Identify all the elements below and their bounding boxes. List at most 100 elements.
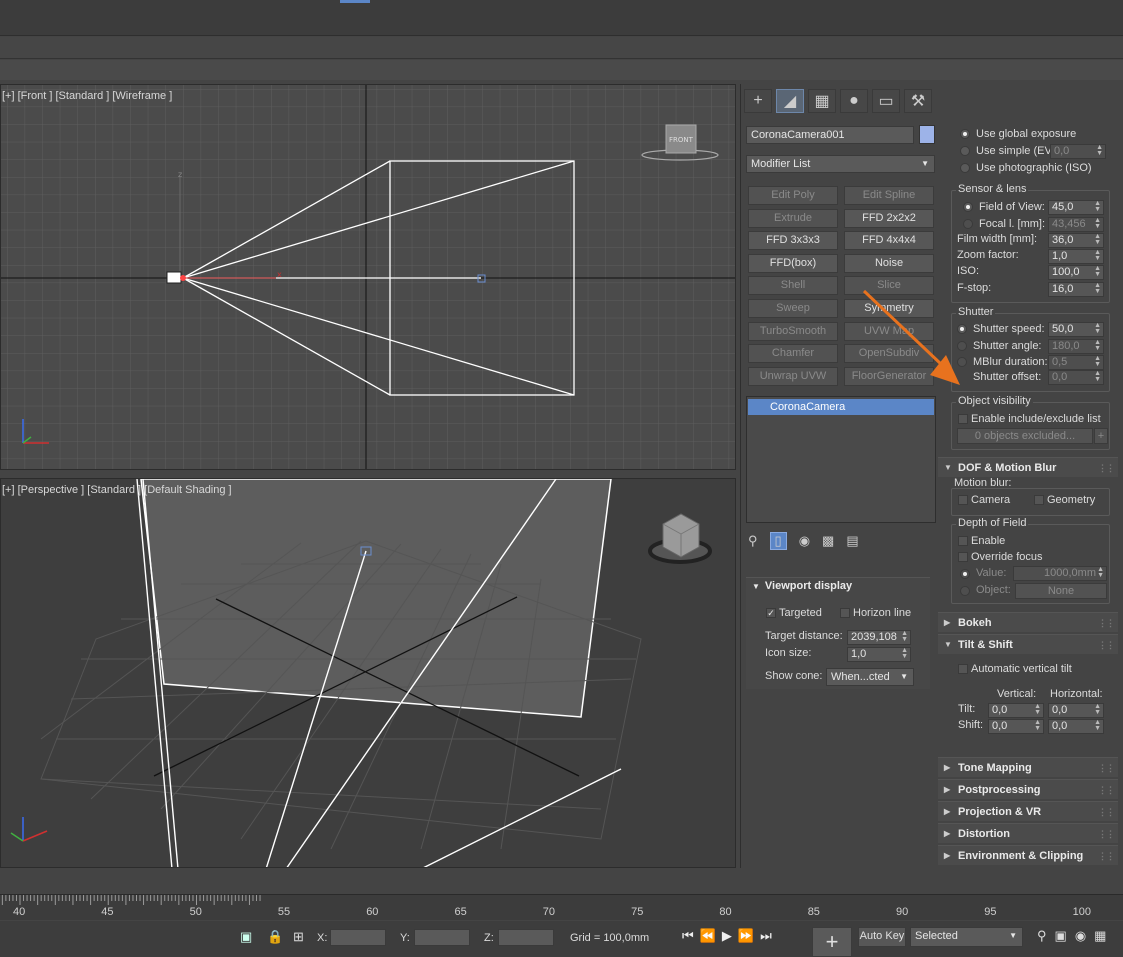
- z-coord-field[interactable]: [498, 929, 554, 946]
- fov-spinner[interactable]: 45,0 ▲ ▼: [1048, 200, 1104, 215]
- focus-object-picker[interactable]: None: [1015, 583, 1107, 599]
- add-excluded-button[interactable]: +: [1094, 428, 1108, 444]
- lock-icon[interactable]: 🔒: [267, 929, 283, 945]
- create-tab-icon[interactable]: +: [744, 89, 772, 113]
- icon-size-spinner[interactable]: 1,0 ▲ ▼: [847, 647, 911, 662]
- play-icon[interactable]: ▶: [722, 928, 738, 943]
- set-key-icon[interactable]: +: [812, 927, 852, 957]
- display-tab-icon[interactable]: ▭: [872, 89, 900, 113]
- absolute-mode-icon[interactable]: ⊞: [293, 929, 304, 945]
- utilities-tab-icon[interactable]: ⚒: [904, 89, 932, 113]
- timeline-ruler[interactable]: [0, 894, 1123, 920]
- focal-length-radio[interactable]: [963, 219, 973, 229]
- shutter-offset-spinner[interactable]: 0,0 ▲ ▼: [1048, 370, 1104, 385]
- configure-modifier-sets-icon[interactable]: ▤: [846, 533, 858, 549]
- modifier-stack[interactable]: CoronaCamera: [746, 396, 936, 523]
- front-viewport-label[interactable]: [+] [Front ] [Standard ] [Wireframe ]: [2, 90, 172, 102]
- zoom-factor-spinner[interactable]: 1,0 ▲ ▼: [1048, 249, 1104, 264]
- modifier-button-noise[interactable]: Noise: [844, 253, 934, 273]
- shutter-angle-spinner[interactable]: 180,0 ▲ ▼: [1048, 339, 1104, 354]
- modifier-button-ffd-2x2x2[interactable]: FFD 2x2x2: [844, 208, 934, 228]
- zoom-extents-icon[interactable]: ▣: [1055, 928, 1075, 943]
- maximize-viewport-icon[interactable]: ▦: [1094, 928, 1114, 943]
- auto-key-button[interactable]: Auto Key: [858, 927, 906, 947]
- modifier-list-dropdown[interactable]: Modifier List ▼: [746, 155, 935, 173]
- focus-object-radio[interactable]: [960, 586, 970, 596]
- modifier-button-extrude[interactable]: Extrude: [748, 208, 838, 228]
- y-coord-field[interactable]: [414, 929, 470, 946]
- show-cone-dropdown[interactable]: When...cted ▼: [826, 668, 914, 686]
- go-to-start-icon[interactable]: ⏮: [682, 928, 700, 943]
- targeted-checkbox[interactable]: ✓: [766, 608, 776, 618]
- x-coord-field[interactable]: [330, 929, 386, 946]
- motion-tab-icon[interactable]: ●: [840, 89, 868, 113]
- shutter-speed-spinner[interactable]: 50,0 ▲ ▼: [1048, 322, 1104, 337]
- selection-lock-icon[interactable]: ▣: [240, 929, 252, 945]
- modifier-button-edit-spline[interactable]: Edit Spline: [844, 186, 934, 205]
- rollout-projection-vr[interactable]: ▶ Projection & VR ⋮⋮: [938, 801, 1118, 821]
- fstop-spinner[interactable]: 16,0 ▲ ▼: [1048, 282, 1104, 297]
- next-frame-icon[interactable]: ⏩: [738, 928, 760, 943]
- go-to-end-icon[interactable]: ⏭: [760, 928, 778, 943]
- focus-value-spinner[interactable]: 1000,0mm ▲ ▼: [1013, 566, 1107, 581]
- motion-blur-camera-checkbox[interactable]: [958, 495, 968, 505]
- modifier-button-chamfer[interactable]: Chamfer: [748, 344, 838, 364]
- orbit-icon[interactable]: ◉: [1075, 928, 1094, 943]
- front-viewport[interactable]: x z FRONT [+] [Front ] [Standard ] [Wire…: [0, 84, 736, 470]
- modifier-button-edit-poly[interactable]: Edit Poly: [748, 186, 838, 205]
- iso-spinner[interactable]: 100,0 ▲ ▼: [1048, 265, 1104, 280]
- object-color-swatch[interactable]: [919, 125, 935, 144]
- dof-motion-blur-rollout[interactable]: ▼ DOF & Motion Blur ⋮⋮: [938, 457, 1118, 477]
- motion-blur-geometry-checkbox[interactable]: [1034, 495, 1044, 505]
- fov-radio[interactable]: [963, 202, 973, 212]
- override-focus-checkbox[interactable]: [958, 552, 968, 562]
- modifier-button-turbosmooth[interactable]: TurboSmooth: [748, 321, 838, 341]
- modifier-button-ffd-4x4x4[interactable]: FFD 4x4x4: [844, 231, 934, 251]
- tilt-vertical-spinner[interactable]: 0,0 ▲ ▼: [988, 703, 1044, 718]
- viewcube-icon[interactable]: [648, 513, 712, 564]
- tilt-shift-rollout[interactable]: ▼ Tilt & Shift ⋮⋮: [938, 634, 1118, 654]
- use-global-exposure-radio[interactable]: [960, 129, 970, 139]
- tilt-horizontal-spinner[interactable]: 0,0 ▲ ▼: [1048, 703, 1104, 718]
- mblur-duration-spinner[interactable]: 0,5 ▲ ▼: [1048, 355, 1104, 370]
- modifier-button-shell[interactable]: Shell: [748, 276, 838, 296]
- simple-ev-spinner[interactable]: 0,0 ▲ ▼: [1050, 144, 1106, 159]
- use-photographic-radio[interactable]: [960, 163, 970, 173]
- rollout-environment-clipping[interactable]: ▶ Environment & Clipping ⋮⋮: [938, 845, 1118, 865]
- perspective-viewport-canvas[interactable]: [1, 479, 736, 868]
- perspective-viewport[interactable]: [+] [Perspective ] [Standard ] [Default …: [0, 478, 736, 868]
- dof-enable-checkbox[interactable]: [958, 536, 968, 546]
- zoom-icon[interactable]: ⚲: [1037, 928, 1055, 943]
- perspective-viewport-label[interactable]: [+] [Perspective ] [Standard ] [Default …: [2, 484, 232, 496]
- stack-item-coronacamera[interactable]: CoronaCamera: [748, 399, 934, 415]
- modifier-button-ffd-3x3x3[interactable]: FFD 3x3x3: [748, 231, 838, 251]
- remove-modifier-icon[interactable]: ▩: [822, 533, 834, 549]
- camera-icon[interactable]: [166, 271, 182, 284]
- modify-tab-icon[interactable]: ◢: [776, 89, 804, 113]
- shift-vertical-spinner[interactable]: 0,0 ▲ ▼: [988, 719, 1044, 734]
- rollout-tone-mapping[interactable]: ▶ Tone Mapping ⋮⋮: [938, 757, 1118, 777]
- key-filter-dropdown[interactable]: Selected ▼: [910, 927, 1023, 947]
- horizon-line-checkbox[interactable]: [840, 608, 850, 618]
- objects-excluded-button[interactable]: 0 objects excluded...: [957, 428, 1093, 444]
- previous-frame-icon[interactable]: ⏪: [700, 928, 722, 943]
- focus-value-radio[interactable]: [960, 569, 970, 579]
- hierarchy-tab-icon[interactable]: ▦: [808, 89, 836, 113]
- use-simple-ev-radio[interactable]: [960, 146, 970, 156]
- auto-vertical-tilt-checkbox[interactable]: [958, 664, 968, 674]
- viewport-display-title[interactable]: ▼ Viewport display: [752, 580, 852, 592]
- target-distance-spinner[interactable]: 2039,108 ▲ ▼: [847, 630, 911, 645]
- modifier-button-sweep[interactable]: Sweep: [748, 299, 838, 318]
- modifier-button-ffd-box-[interactable]: FFD(box): [748, 253, 838, 273]
- pin-stack-icon[interactable]: ⚲: [748, 533, 758, 549]
- focal-length-spinner[interactable]: 43,456 ▲ ▼: [1048, 217, 1104, 232]
- object-name-field[interactable]: CoronaCamera001: [746, 126, 914, 144]
- shift-horizontal-spinner[interactable]: 0,0 ▲ ▼: [1048, 719, 1104, 734]
- bokeh-rollout[interactable]: ▶ Bokeh ⋮⋮: [938, 612, 1118, 632]
- rollout-distortion[interactable]: ▶ Distortion ⋮⋮: [938, 823, 1118, 843]
- include-exclude-checkbox[interactable]: [958, 414, 968, 424]
- film-width-spinner[interactable]: 36,0 ▲ ▼: [1048, 233, 1104, 248]
- make-unique-icon[interactable]: ◉: [799, 533, 810, 549]
- modifier-button-unwrap-uvw[interactable]: Unwrap UVW: [748, 366, 838, 386]
- rollout-postprocessing[interactable]: ▶ Postprocessing ⋮⋮: [938, 779, 1118, 799]
